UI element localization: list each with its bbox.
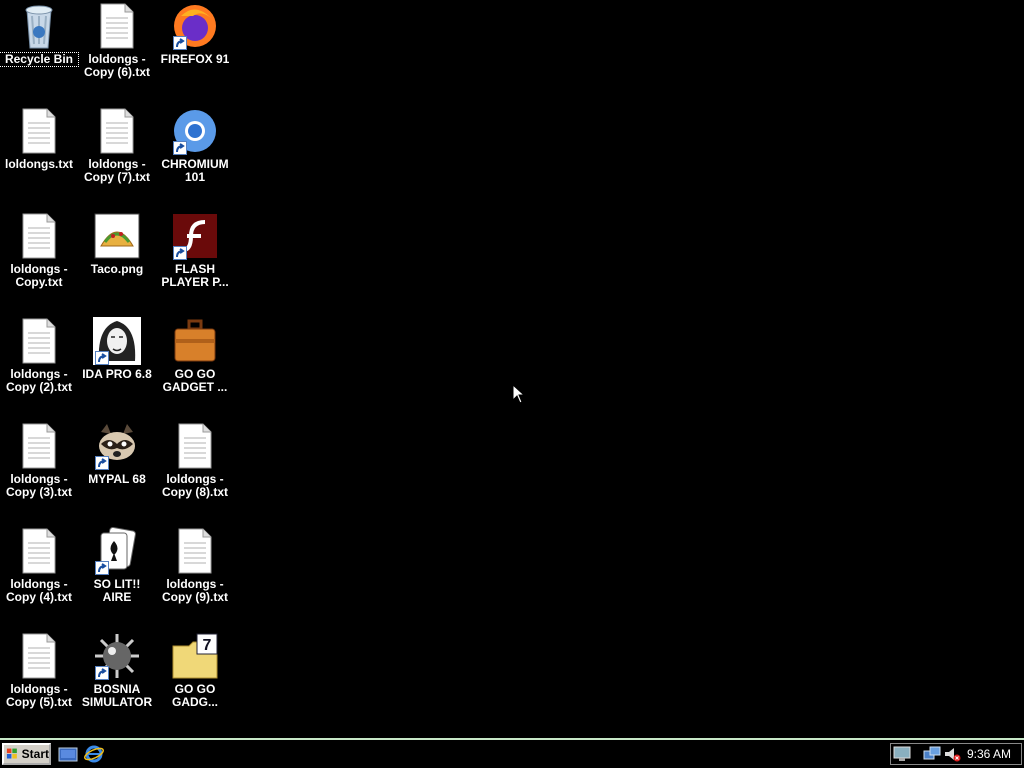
raccoon-icon — [93, 422, 141, 470]
icon-label: loldongs.txt — [5, 157, 73, 171]
recycle-bin-icon — [15, 2, 63, 50]
shortcut-arrow-icon — [95, 456, 109, 470]
icon-label: FIREFOX 91 — [160, 52, 230, 66]
text-file-shortcut[interactable]: loldongs - Copy (5).txt — [0, 632, 78, 732]
solitaire-shortcut[interactable]: SO LIT!! AIRE — [78, 526, 156, 627]
text-file-shortcut[interactable]: loldongs - Copy (2).txt — [0, 317, 78, 417]
shortcut-arrow-icon — [173, 246, 187, 260]
icon-label: CHROMIUM 101 — [161, 157, 229, 184]
svg-text:7: 7 — [203, 637, 212, 654]
7zip-folder-shortcut[interactable]: 7 GO GO GADG... — [156, 632, 234, 732]
taco-image-icon — [93, 212, 141, 260]
ida-pro-shortcut[interactable]: IDA PRO 6.8 — [78, 317, 156, 417]
text-file-shortcut[interactable]: loldongs.txt — [0, 107, 78, 207]
text-file-shortcut[interactable]: loldongs - Copy (9).txt — [156, 527, 234, 627]
recycle-bin-shortcut[interactable]: Recycle Bin — [0, 2, 79, 102]
solitaire-icon — [93, 526, 141, 575]
icon-label: SO LIT!! AIRE — [93, 577, 141, 604]
text-file-icon — [15, 422, 63, 470]
text-file-icon — [93, 107, 141, 155]
shortcut-arrow-icon — [95, 351, 109, 365]
flash-player-shortcut[interactable]: FLASH PLAYER P... — [156, 212, 234, 312]
firefox-icon — [171, 2, 219, 50]
flash-player-icon — [171, 212, 219, 260]
system-tray: 9:36 AM — [890, 743, 1022, 765]
icon-label: loldongs - Copy (9).txt — [162, 577, 228, 604]
icon-label: loldongs - Copy (5).txt — [6, 682, 72, 709]
taskbar: Start 9:36 AM — [0, 738, 1024, 768]
chromium-shortcut[interactable]: CHROMIUM 101 — [156, 107, 234, 207]
desktop[interactable]: Recycle Bin loldongs.txt loldongs - Copy… — [0, 0, 1024, 738]
text-file-icon — [15, 317, 63, 365]
text-file-icon — [15, 107, 63, 155]
text-file-shortcut[interactable]: loldongs - Copy (3).txt — [0, 422, 78, 522]
chromium-icon — [171, 107, 219, 155]
text-file-icon — [15, 527, 63, 575]
7zip-folder-icon: 7 — [171, 632, 219, 680]
text-file-shortcut[interactable]: loldongs - Copy (6).txt — [78, 2, 156, 102]
icon-label: MYPAL 68 — [88, 472, 146, 486]
text-file-shortcut[interactable]: loldongs - Copy (7).txt — [78, 107, 156, 207]
show-desktop-icon[interactable] — [58, 745, 78, 763]
icon-label: loldongs - Copy (2).txt — [6, 367, 72, 394]
shortcut-arrow-icon — [95, 666, 109, 680]
windows-flag-icon — [6, 748, 17, 759]
network-icon[interactable] — [923, 746, 941, 767]
shortcut-arrow-icon — [173, 141, 187, 155]
shortcut-arrow-icon — [173, 36, 187, 50]
text-file-icon — [15, 212, 63, 260]
icon-label: loldongs - Copy (4).txt — [6, 577, 72, 604]
text-file-icon — [171, 527, 219, 575]
icon-label: GO GO GADGET ... — [162, 367, 228, 394]
text-file-icon — [93, 2, 141, 50]
icon-label: BOSNIA SIMULATOR — [81, 682, 153, 709]
minesweeper-shortcut[interactable]: BOSNIA SIMULATOR — [78, 632, 156, 732]
mypal-shortcut[interactable]: MYPAL 68 — [78, 422, 156, 522]
icon-label: FLASH PLAYER P... — [161, 262, 229, 289]
shortcut-arrow-icon — [95, 561, 109, 575]
icon-label: loldongs - Copy (7).txt — [84, 157, 150, 184]
clock[interactable]: 9:36 AM — [967, 747, 1011, 761]
firefox-shortcut[interactable]: FIREFOX 91 — [156, 2, 234, 102]
icon-label: IDA PRO 6.8 — [82, 367, 152, 381]
icon-label: loldongs - Copy (8).txt — [162, 472, 228, 499]
start-button[interactable]: Start — [2, 743, 51, 765]
text-file-icon — [15, 632, 63, 680]
ida-pro-icon — [93, 317, 141, 365]
mouse-cursor-icon — [512, 383, 526, 409]
text-file-icon — [171, 422, 219, 470]
icon-label: Recycle Bin — [0, 52, 79, 67]
text-file-shortcut[interactable]: loldongs - Copy (8).txt — [156, 422, 234, 522]
briefcase-icon — [171, 317, 219, 365]
minesweeper-icon — [93, 632, 141, 680]
internet-explorer-icon[interactable] — [84, 745, 104, 763]
text-file-shortcut[interactable]: loldongs - Copy (4).txt — [0, 527, 78, 627]
icon-label: GO GO GADG... — [171, 682, 218, 709]
start-label: Start — [21, 747, 49, 761]
briefcase-shortcut[interactable]: GO GO GADGET ... — [156, 317, 234, 417]
icon-label: Taco.png — [90, 262, 144, 276]
taco-image-shortcut[interactable]: Taco.png — [78, 212, 156, 312]
volume-muted-icon[interactable] — [943, 746, 961, 767]
monitor-icon[interactable] — [893, 746, 911, 767]
icon-label: loldongs - Copy.txt — [10, 262, 68, 289]
icon-label: loldongs - Copy (3).txt — [6, 472, 72, 499]
icon-label: loldongs - Copy (6).txt — [84, 52, 150, 79]
text-file-shortcut[interactable]: loldongs - Copy.txt — [0, 212, 78, 312]
